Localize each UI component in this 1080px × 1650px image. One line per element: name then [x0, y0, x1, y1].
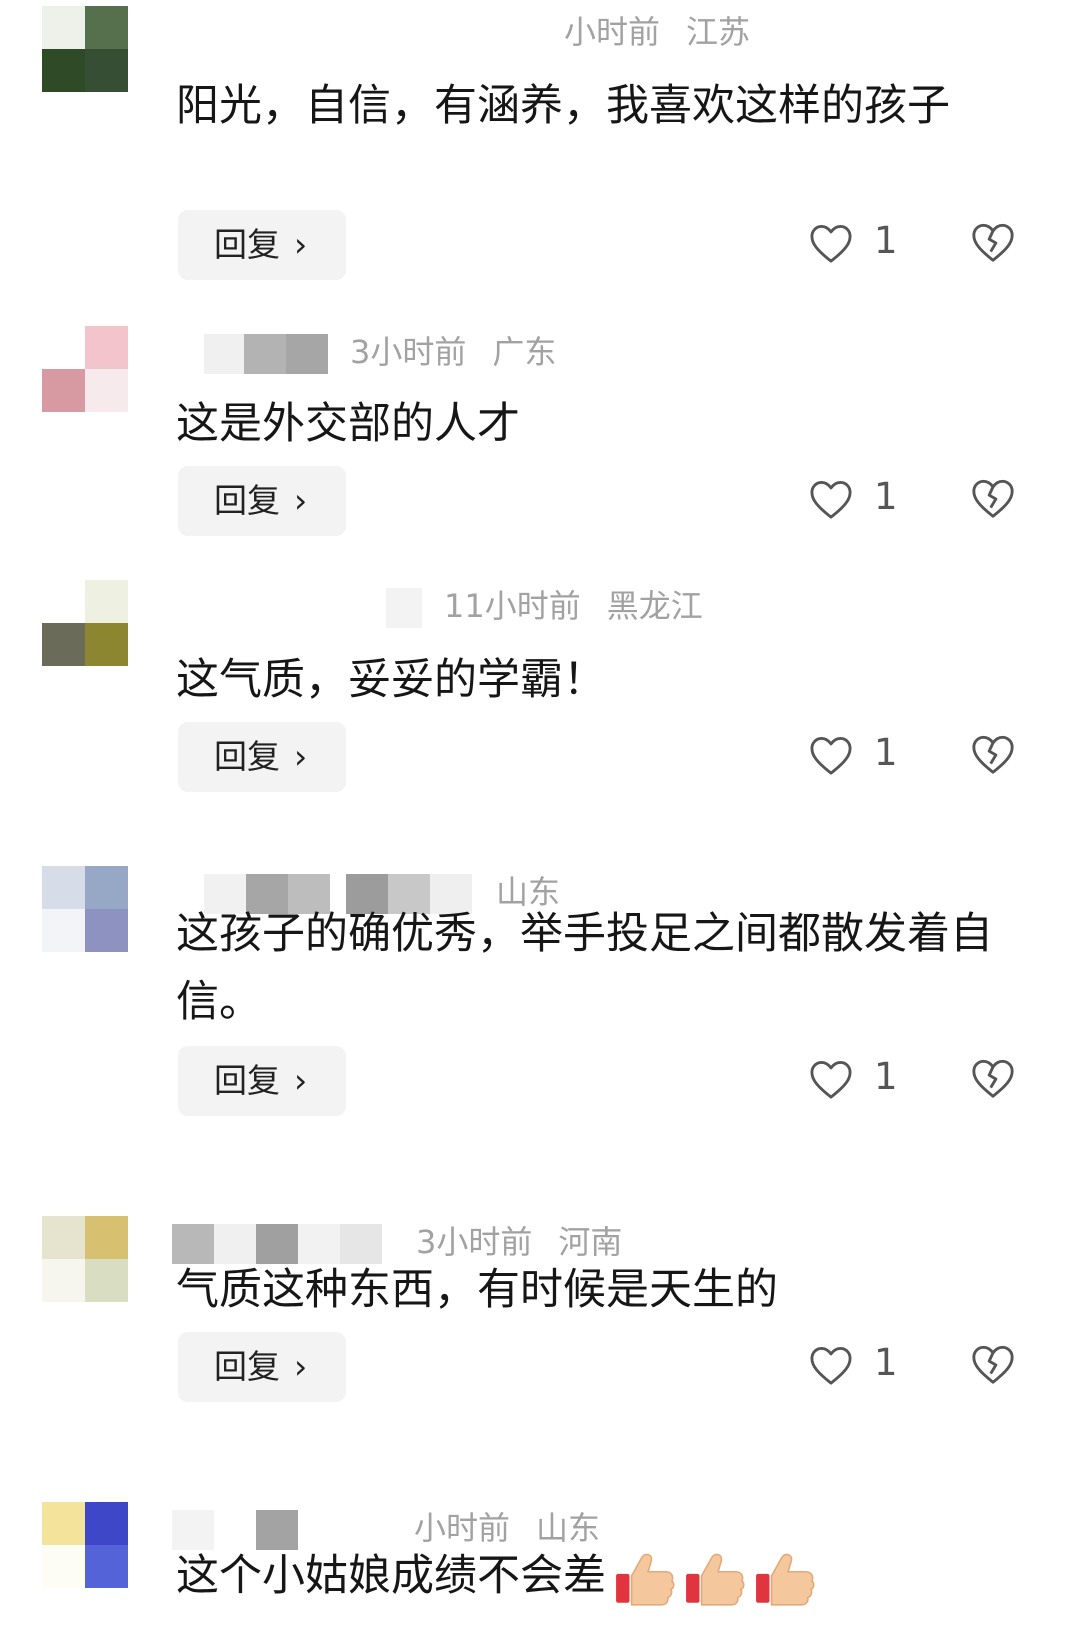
comment-text: 阳光，自信，有涵养，我喜欢这样的孩子	[176, 81, 950, 131]
broken-heart-icon	[972, 223, 1014, 262]
heart-outline-icon	[810, 1060, 852, 1099]
comment-text-content: 这个小姑娘成绩不会差	[176, 1551, 606, 1601]
reply-button[interactable]: 回复 ›	[178, 1332, 346, 1402]
dislike-button[interactable]	[970, 220, 1018, 268]
reply-label: 回复	[214, 1061, 280, 1100]
comment-text: 这孩子的确优秀，举手投足之间都散发着自信。	[176, 909, 993, 1027]
avatar[interactable]	[42, 6, 128, 92]
comment-region: 江苏	[686, 13, 751, 51]
like-count: 1	[874, 1055, 898, 1098]
like-count: 1	[874, 1341, 898, 1384]
heart-outline-icon	[810, 224, 852, 263]
username[interactable]	[204, 334, 244, 374]
heart-outline-icon	[810, 480, 852, 519]
reply-label: 回复	[214, 225, 280, 264]
broken-heart-icon	[972, 1345, 1014, 1384]
avatar[interactable]	[42, 580, 128, 666]
reply-label: 回复	[214, 1347, 280, 1386]
comment-text: 气质这种东西，有时候是天生的	[176, 1265, 778, 1315]
heart-outline-icon	[810, 1346, 852, 1385]
like-count: 1	[874, 731, 898, 774]
like-button[interactable]: 1	[808, 1336, 918, 1396]
reply-button[interactable]: 回复 ›	[178, 722, 346, 792]
chevron-right-icon: ›	[294, 225, 308, 264]
dislike-button[interactable]	[970, 1056, 1018, 1104]
like-button[interactable]: 1	[808, 470, 918, 530]
like-button[interactable]: 1	[808, 726, 918, 786]
reply-button[interactable]: 回复 ›	[178, 1046, 346, 1116]
comment-region: 广东	[492, 333, 557, 371]
heart-outline-icon	[810, 736, 852, 775]
comment-text: 这个小姑娘成绩不会差	[176, 1542, 1006, 1610]
dislike-button[interactable]	[970, 732, 1018, 780]
comment-region: 黑龙江	[606, 587, 703, 625]
comment-time: 小时前	[564, 13, 661, 51]
avatar[interactable]	[42, 1502, 128, 1588]
chevron-right-icon: ›	[294, 1347, 308, 1386]
comment-time: 11小时前	[444, 587, 581, 625]
broken-heart-icon	[972, 479, 1014, 518]
chevron-right-icon: ›	[294, 1061, 308, 1100]
avatar[interactable]	[42, 1216, 128, 1302]
avatar[interactable]	[42, 866, 128, 952]
broken-heart-icon	[972, 735, 1014, 774]
comment-text: 这是外交部的人才	[176, 399, 520, 449]
like-button[interactable]: 1	[808, 1050, 918, 1110]
username[interactable]	[244, 334, 286, 374]
username[interactable]	[386, 588, 422, 628]
reply-button[interactable]: 回复 ›	[178, 210, 346, 280]
like-count: 1	[874, 219, 898, 262]
thumbs-up-icon	[756, 1553, 815, 1606]
reply-button[interactable]: 回复 ›	[178, 466, 346, 536]
dislike-button[interactable]	[970, 476, 1018, 524]
chevron-right-icon: ›	[294, 737, 308, 776]
comment-time: 3小时前	[350, 333, 467, 371]
avatar[interactable]	[42, 326, 128, 412]
thumbs-up-icon	[686, 1553, 745, 1606]
chevron-right-icon: ›	[294, 481, 308, 520]
like-button[interactable]: 1	[808, 214, 918, 274]
reply-label: 回复	[214, 737, 280, 776]
like-count: 1	[874, 475, 898, 518]
thumbs-up-icon	[616, 1553, 675, 1606]
comment-text: 这气质，妥妥的学霸！	[176, 655, 606, 705]
username[interactable]	[286, 334, 328, 374]
dislike-button[interactable]	[970, 1342, 1018, 1390]
broken-heart-icon	[972, 1059, 1014, 1098]
reply-label: 回复	[214, 481, 280, 520]
